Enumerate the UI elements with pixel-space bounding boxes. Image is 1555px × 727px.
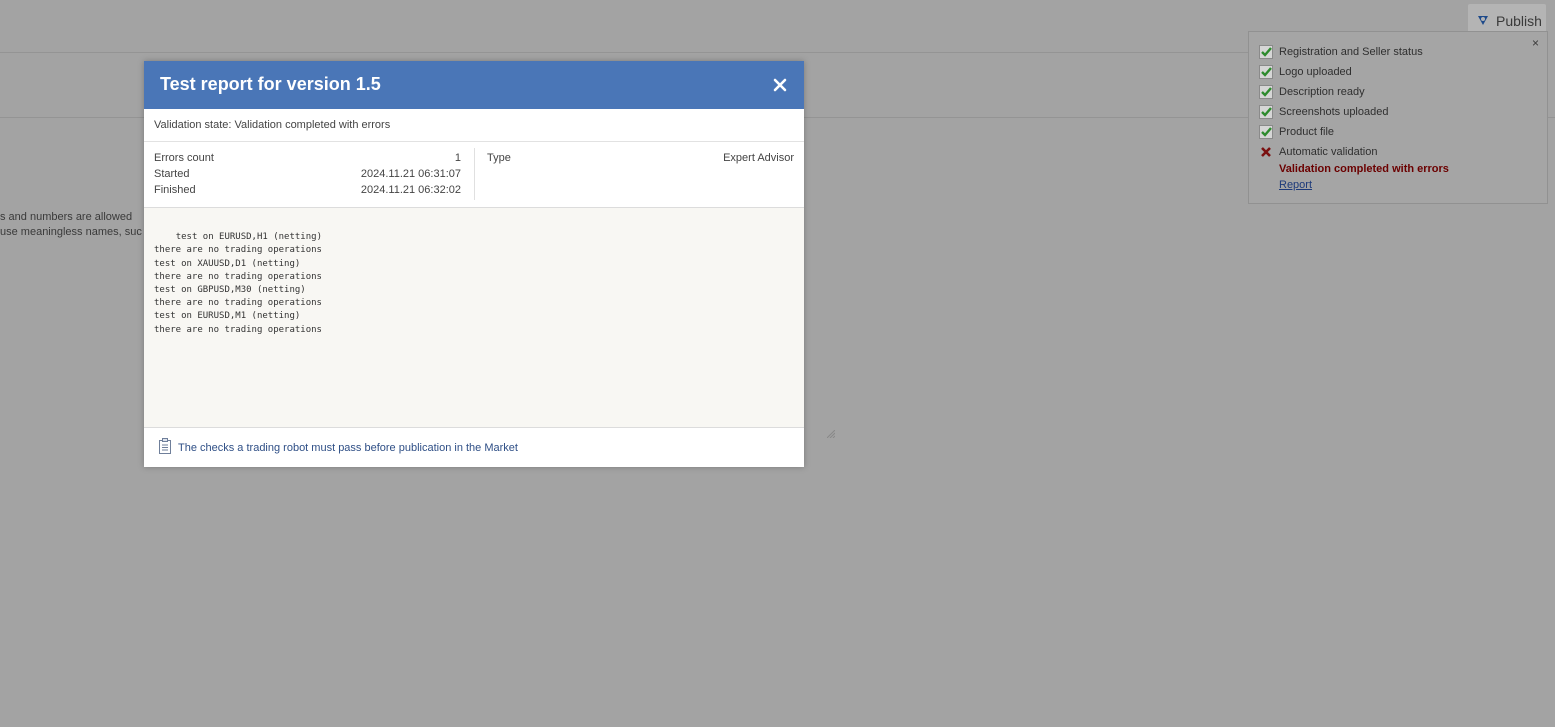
test-log-content: test on EURUSD,H1 (netting) there are no… — [154, 232, 322, 335]
checklist-item-automatic-validation: Automatic validation — [1259, 145, 1377, 159]
resize-handle-icon[interactable] — [794, 417, 835, 439]
errors-count-value: 1 — [454, 152, 461, 164]
test-log-textarea[interactable]: test on EURUSD,H1 (netting) there are no… — [144, 208, 835, 439]
hint-text-2: use meaningless names, suc — [0, 226, 142, 238]
checkmark-icon — [1259, 65, 1273, 79]
checklist-item-label: Product file — [1279, 126, 1335, 138]
checklist-close-icon[interactable]: × — [1532, 36, 1539, 50]
finished-value: 2024.11.21 06:32:02 — [360, 184, 461, 196]
checkmark-icon — [1259, 45, 1273, 59]
checklist-item-label: Automatic validation — [1279, 146, 1378, 158]
started-value: 2024.11.21 06:31:07 — [360, 168, 461, 180]
validation-status-text: Validation completed with errors — [1279, 163, 1449, 175]
checklist-item-label: Screenshots uploaded — [1279, 106, 1389, 118]
checklist-item-registration: Registration and Seller status — [1259, 45, 1423, 59]
header-divider — [0, 52, 1248, 53]
type-value: Expert Advisor — [723, 152, 794, 164]
dialog-header: Test report for version 1.5 — [144, 61, 804, 109]
checkmark-icon — [1259, 85, 1273, 99]
checklist-item-label: Logo uploaded — [1279, 66, 1352, 78]
checkmark-icon — [1259, 125, 1273, 139]
dialog-footer: The checks a trading robot must pass bef… — [144, 428, 804, 467]
checklist-item-product-file: Product file — [1259, 125, 1334, 139]
publication-checklist: × Registration and Seller status Logo up… — [1248, 31, 1548, 204]
error-x-icon — [1259, 145, 1273, 159]
publish-icon — [1476, 13, 1490, 30]
market-checks-link[interactable]: The checks a trading robot must pass bef… — [178, 442, 518, 454]
errors-count-label: Errors count — [154, 152, 214, 164]
publish-label: Publish — [1496, 13, 1542, 29]
column-divider — [474, 148, 475, 200]
clipboard-icon — [158, 438, 172, 457]
finished-label: Finished — [154, 184, 196, 196]
report-link[interactable]: Report — [1279, 179, 1312, 191]
started-row: Started 2024.11.21 06:31:07 — [154, 166, 461, 182]
checklist-item-label: Description ready — [1279, 86, 1365, 98]
checklist-item-screenshots: Screenshots uploaded — [1259, 105, 1388, 119]
errors-count-row: Errors count 1 — [154, 150, 461, 166]
checklist-item-label: Registration and Seller status — [1279, 46, 1423, 58]
finished-row: Finished 2024.11.21 06:32:02 — [154, 182, 461, 198]
checkmark-icon — [1259, 105, 1273, 119]
report-stats: Errors count 1 Started 2024.11.21 06:31:… — [154, 150, 461, 198]
report-info: Errors count 1 Started 2024.11.21 06:31:… — [144, 142, 804, 208]
type-label: Type — [487, 152, 511, 164]
checklist-item-description: Description ready — [1259, 85, 1365, 99]
hint-text-1: s and numbers are allowed — [0, 211, 133, 223]
dialog-title: Test report for version 1.5 — [160, 74, 381, 94]
checklist-item-logo: Logo uploaded — [1259, 65, 1352, 79]
type-row: Type Expert Advisor — [487, 150, 794, 166]
close-icon[interactable] — [770, 75, 790, 95]
test-report-dialog: Test report for version 1.5 Validation s… — [144, 61, 835, 467]
started-label: Started — [154, 168, 190, 180]
validation-state: Validation state: Validation completed w… — [144, 109, 804, 142]
